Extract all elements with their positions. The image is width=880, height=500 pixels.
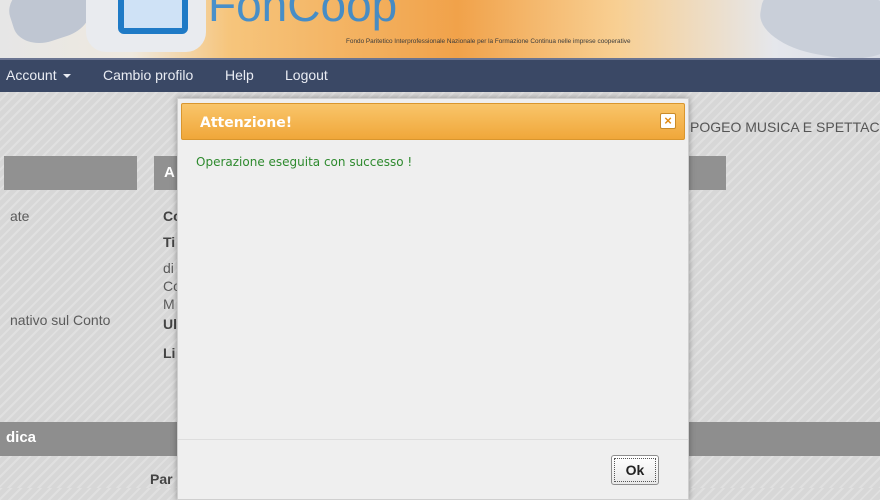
left-label: ate <box>10 208 30 224</box>
nav-account-label: Account <box>6 67 57 83</box>
dialog-title: Attenzione! <box>200 115 293 131</box>
success-message: Operazione eseguita con successo ! <box>196 155 413 169</box>
nav-help[interactable]: Help <box>225 67 254 83</box>
left-label: nativo sul Conto <box>10 312 111 328</box>
banner-decoration <box>754 0 880 58</box>
logo-icon <box>118 0 188 34</box>
banner-decoration <box>2 0 98 51</box>
close-icon[interactable]: × <box>660 113 676 129</box>
nav-cambio-profilo[interactable]: Cambio profilo <box>103 67 193 83</box>
detail-label: Li <box>163 345 176 361</box>
section-header-main-label: A <box>164 164 175 181</box>
logo-text: FonCoop <box>208 0 398 31</box>
main-navbar: Account Cambio profilo Help Logout <box>0 58 880 92</box>
section-header-left <box>4 156 137 190</box>
caret-down-icon <box>62 74 71 79</box>
company-name: POGEO MUSICA E SPETTAC <box>690 119 880 135</box>
detail-label: Ul <box>163 316 177 332</box>
header-banner: FonCoop Fondo Paritetico Interprofession… <box>0 0 880 58</box>
detail-value: di <box>163 260 174 276</box>
ok-button[interactable]: Ok <box>611 455 659 485</box>
section-header-bottom-label: dica <box>6 429 37 446</box>
nav-logout[interactable]: Logout <box>285 67 328 83</box>
dialog-header: Attenzione! × <box>181 103 685 140</box>
nav-account-dropdown[interactable]: Account <box>6 67 71 83</box>
bottom-label: Par <box>150 471 173 487</box>
detail-label: Ti <box>163 234 176 250</box>
alert-dialog: Attenzione! × Operazione eseguita con su… <box>177 98 689 500</box>
dialog-footer: Ok <box>178 439 688 500</box>
detail-value: M <box>163 296 175 312</box>
banner-tagline: Fondo Paritetico Interprofessionale Nazi… <box>346 38 631 45</box>
